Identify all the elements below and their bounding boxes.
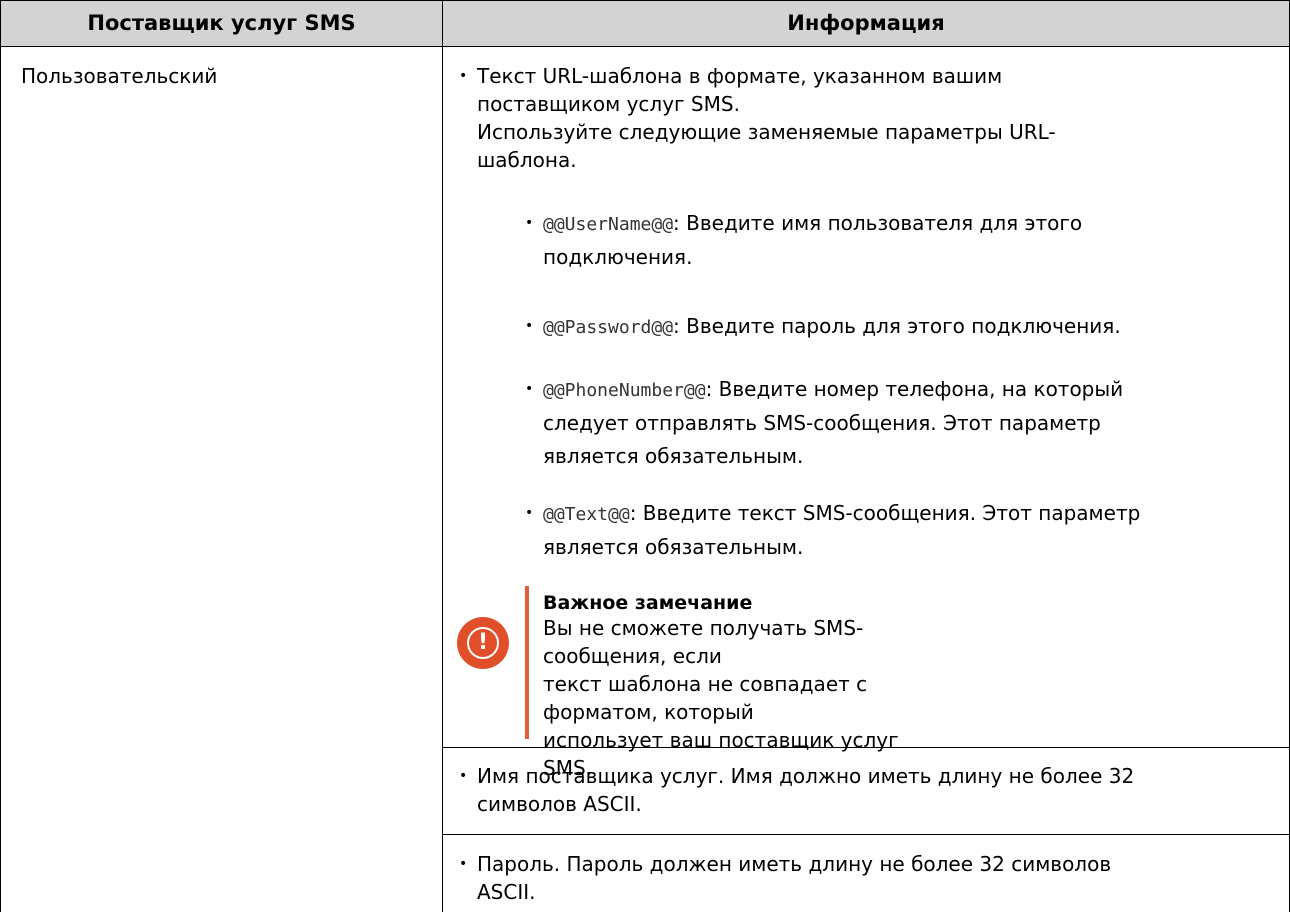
text-line: символов ASCII. — [477, 792, 642, 816]
table-header: Поставщик услуг SMS Информация — [1, 0, 1289, 47]
bullet-dot: • — [525, 381, 534, 397]
param-text: : Введите номер телефона, на который — [705, 377, 1124, 401]
header-provider: Поставщик услуг SMS — [87, 11, 356, 35]
param-text: является обязательным. — [543, 444, 804, 468]
bullet-dot: • — [459, 768, 468, 784]
text-line: Текст URL-шаблона в формате, указанном в… — [477, 64, 1003, 88]
provider-name-cell: Пользовательский — [21, 64, 218, 88]
note-title: Важное замечание — [543, 592, 753, 614]
param-code: @@Password@@ — [543, 317, 674, 338]
bullet-dot: • — [525, 318, 534, 334]
header-information: Информация — [787, 11, 945, 35]
text-line: Используйте следующие заменяемые парамет… — [477, 120, 1056, 144]
param-text: : Введите имя пользователя для этого — [673, 211, 1083, 235]
password-description: Пароль. Пароль должен иметь длину не бол… — [477, 850, 1277, 906]
param-code: @@PhoneNumber@@ — [543, 380, 706, 401]
text-line: Вы не сможете получать SMS-сообщения, ес… — [543, 616, 864, 668]
bullet-dot: • — [525, 215, 534, 231]
text-line: шаблона. — [477, 148, 577, 172]
param-text: : Введите пароль для этого подключения. — [673, 314, 1121, 338]
param-code: @@Text@@ — [543, 504, 630, 525]
param-item-password: @@Password@@: Введите пароль для этого п… — [543, 310, 1283, 344]
bullet-dot: • — [525, 505, 534, 521]
provider-name-description: Имя поставщика услуг. Имя должно иметь д… — [477, 762, 1277, 818]
text-line: ASCII. — [477, 880, 536, 904]
note-accent-bar — [525, 586, 529, 739]
param-item-text: @@Text@@: Введите текст SMS-сообщения. Э… — [543, 497, 1283, 564]
row-divider — [443, 834, 1289, 835]
bullet-dot: • — [459, 856, 468, 872]
param-text: следует отправлять SMS-сообщения. Этот п… — [543, 411, 1101, 435]
param-item-phone: @@PhoneNumber@@: Введите номер телефона,… — [543, 373, 1283, 473]
sms-provider-table: Поставщик услуг SMS Информация Пользоват… — [0, 0, 1290, 912]
param-code: @@UserName@@ — [543, 214, 674, 235]
bullet-dot: • — [459, 68, 468, 84]
note-text: Вы не сможете получать SMS-сообщения, ес… — [543, 614, 943, 782]
param-text: подключения. — [543, 245, 693, 269]
row-divider — [443, 747, 1289, 748]
param-text: : Введите текст SMS-сообщения. Этот пара… — [629, 501, 1141, 525]
text-line: поставщиком услуг SMS. — [477, 92, 740, 116]
text-line: текст шаблона не совпадает с форматом, к… — [543, 672, 868, 724]
text-line: Имя поставщика услуг. Имя должно иметь д… — [477, 764, 1135, 788]
param-item-username: @@UserName@@: Введите имя пользователя д… — [543, 207, 1273, 274]
column-divider — [442, 0, 443, 912]
warning-icon: ! — [457, 617, 509, 669]
text-line: Пароль. Пароль должен иметь длину не бол… — [477, 852, 1112, 876]
exclamation-mark: ! — [477, 630, 489, 655]
template-description: Текст URL-шаблона в формате, указанном в… — [477, 62, 1217, 174]
param-text: является обязательным. — [543, 535, 804, 559]
